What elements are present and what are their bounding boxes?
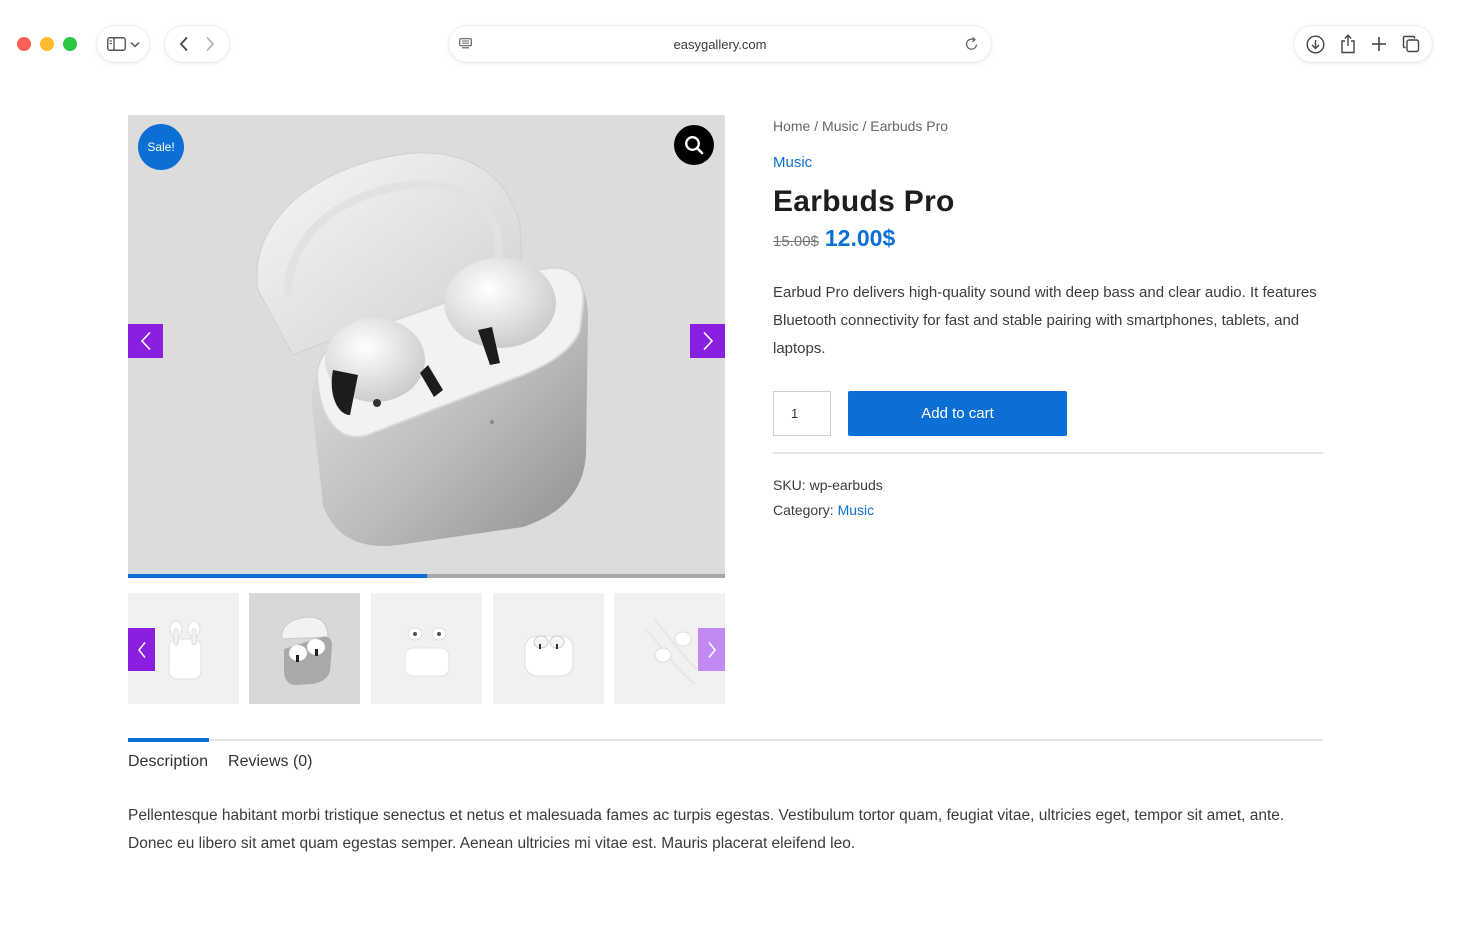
chevron-left-icon	[137, 641, 146, 658]
gallery-next-button[interactable]	[690, 324, 725, 358]
tab-description[interactable]: Description	[128, 753, 208, 771]
earbuds-thumbnail-image	[404, 627, 449, 676]
gallery-progress-fill	[128, 574, 427, 578]
minimize-window-button[interactable]	[40, 37, 54, 51]
product-main-image[interactable]: Sale!	[128, 115, 725, 574]
breadcrumb: Home / Music / Earbuds Pro	[773, 118, 1323, 134]
breadcrumb-current: Earbuds Pro	[870, 118, 949, 134]
sale-badge: Sale!	[138, 124, 184, 170]
sidebar-toggle-button[interactable]	[97, 26, 149, 62]
new-tab-icon[interactable]	[1371, 36, 1387, 52]
add-to-cart-button[interactable]: Add to cart	[848, 391, 1067, 436]
address-bar[interactable]: easygallery.com	[449, 26, 991, 62]
active-tab-indicator	[128, 738, 209, 742]
thumbnail-next-button[interactable]	[698, 628, 725, 671]
thumbnail-3[interactable]	[371, 593, 482, 704]
chevron-right-icon	[707, 641, 716, 658]
tabs-divider	[128, 739, 1323, 741]
history-navigation	[165, 26, 229, 62]
summary-divider	[773, 452, 1323, 454]
tab-reviews[interactable]: Reviews (0)	[228, 753, 312, 771]
search-icon	[685, 136, 704, 155]
sku-value: wp-earbuds	[809, 477, 883, 493]
price: 15.00$ 12.00$	[773, 225, 1323, 252]
sku-label: SKU:	[773, 477, 810, 493]
chevron-left-icon	[140, 331, 151, 351]
breadcrumb-separator: /	[858, 118, 871, 134]
product-title: Earbuds Pro	[773, 185, 955, 218]
regular-price: 15.00$	[773, 233, 819, 250]
zoom-window-button[interactable]	[63, 37, 77, 51]
category-meta-link[interactable]: Music	[838, 502, 875, 518]
window-controls	[17, 37, 77, 51]
short-description: Earbud Pro delivers high-quality sound w…	[773, 284, 1317, 357]
thumbnail-2[interactable]	[249, 593, 360, 704]
thumbnail-strip	[128, 593, 725, 704]
quantity-input[interactable]	[773, 391, 831, 436]
product-meta: SKU: wp-earbuds Category: Music	[773, 473, 883, 523]
product-category-link[interactable]: Music	[773, 154, 1323, 171]
sale-price: 12.00$	[824, 225, 896, 251]
tab-overview-icon[interactable]	[1402, 35, 1420, 53]
chevron-left-icon	[179, 36, 188, 52]
gallery-progress-bar	[128, 574, 725, 578]
earphones-thumbnail-image	[643, 617, 698, 685]
product-summary: Home / Music / Earbuds Pro Music Earbuds…	[773, 118, 1323, 363]
reload-icon[interactable]	[965, 36, 979, 51]
download-icon[interactable]	[1306, 34, 1325, 54]
close-window-button[interactable]	[17, 37, 31, 51]
product-tabs: Description Reviews (0)	[128, 753, 313, 771]
back-button[interactable]	[179, 36, 189, 52]
category-label: Category:	[773, 502, 838, 518]
earbuds-case-image	[256, 152, 588, 546]
breadcrumb-home[interactable]: Home	[773, 118, 810, 134]
breadcrumb-separator: /	[810, 118, 823, 134]
description-text: Pellentesque habitant morbi tristique se…	[128, 807, 1285, 852]
earbuds-thumbnail-image	[168, 620, 201, 679]
zoom-button[interactable]	[674, 125, 714, 165]
browser-toolbar: easygallery.com	[0, 0, 1458, 88]
share-icon[interactable]	[1340, 34, 1356, 54]
sku-line: SKU: wp-earbuds	[773, 473, 883, 498]
earbuds-thumbnail-image	[280, 615, 332, 685]
add-to-cart-form: Add to cart	[773, 391, 1067, 436]
chevron-right-icon	[206, 36, 215, 52]
toolbar-actions	[1294, 26, 1432, 62]
sidebar-icon	[106, 37, 126, 51]
gallery-prev-button[interactable]	[128, 324, 163, 358]
chevron-right-icon	[702, 331, 713, 351]
breadcrumb-category[interactable]: Music	[822, 118, 859, 134]
forward-button[interactable]	[205, 36, 215, 52]
url-text: easygallery.com	[673, 37, 767, 52]
earbuds-thumbnail-image	[524, 635, 573, 676]
category-line: Category: Music	[773, 498, 883, 523]
thumbnail-4[interactable]	[493, 593, 604, 704]
thumbnail-prev-button[interactable]	[128, 628, 155, 671]
chevron-down-icon	[129, 41, 140, 48]
